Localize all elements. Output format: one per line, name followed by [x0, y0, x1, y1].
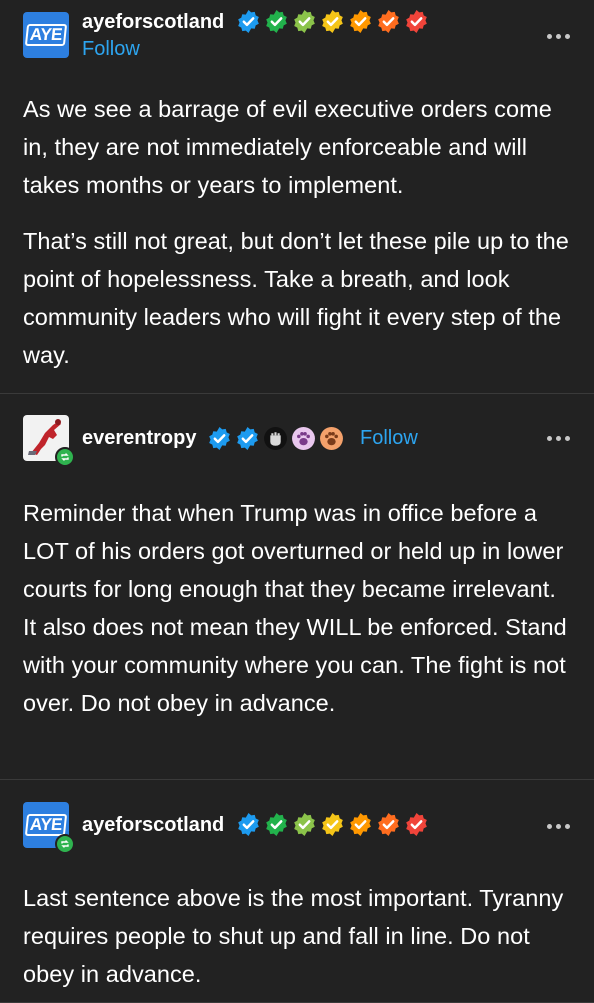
yellow-check-badge-icon: [322, 10, 343, 33]
post-paragraph: Last sentence above is the most importan…: [23, 885, 564, 987]
paw-badge-icon: [292, 427, 315, 450]
post-3: AYE ayeforscotland Last sentence above i…: [0, 780, 594, 1003]
post-body: Reminder that when Trump was in office b…: [0, 454, 594, 722]
verified-blue-badge-icon: [238, 10, 259, 33]
badge-row: [207, 426, 344, 451]
paw-orange-badge-icon: [320, 427, 343, 450]
username[interactable]: ayeforscotland: [82, 11, 224, 34]
post-paragraph: Reminder that when Trump was in office b…: [23, 500, 567, 716]
post-header: AYE ayeforscotland: [0, 780, 594, 854]
deep-orange-check-badge-icon: [378, 813, 399, 836]
verified-blue-badge-icon: [209, 427, 230, 450]
verified-blue-badge-icon: [237, 427, 258, 450]
green-check-badge-icon: [266, 813, 287, 836]
reblog-icon: [55, 834, 75, 854]
more-options-icon[interactable]: [544, 428, 572, 448]
red-check-badge-icon: [406, 813, 427, 836]
more-options-icon[interactable]: [544, 816, 572, 836]
avatar-logo-text: AYE: [24, 814, 68, 836]
verified-blue-badge-icon: [238, 813, 259, 836]
username[interactable]: ayeforscotland: [82, 814, 224, 837]
lime-check-badge-icon: [294, 813, 315, 836]
avatar-logo-text: AYE: [24, 24, 68, 46]
username[interactable]: everentropy: [82, 427, 197, 450]
post-body: As we see a barrage of evil executive or…: [0, 60, 594, 374]
fist-badge-icon: [264, 427, 287, 450]
more-options-icon[interactable]: [544, 26, 572, 46]
yellow-check-badge-icon: [322, 813, 343, 836]
reblog-icon: [55, 447, 75, 467]
post-header: AYE ayeforscotland Follow: [0, 0, 594, 60]
orange-check-badge-icon: [350, 813, 371, 836]
deep-orange-check-badge-icon: [378, 10, 399, 33]
follow-button[interactable]: Follow: [82, 38, 140, 61]
post-1: AYE ayeforscotland Follow As we see a ba…: [0, 0, 594, 394]
post-header: everentropy Follow: [0, 394, 594, 467]
avatar[interactable]: AYE: [23, 802, 75, 854]
avatar[interactable]: AYE: [23, 12, 69, 58]
red-check-badge-icon: [406, 10, 427, 33]
green-check-badge-icon: [266, 10, 287, 33]
post-body: Last sentence above is the most importan…: [0, 840, 594, 993]
orange-check-badge-icon: [350, 10, 371, 33]
post-paragraph: That’s still not great, but don’t let th…: [23, 228, 569, 368]
badge-row: [236, 812, 429, 837]
avatar[interactable]: [23, 415, 75, 467]
post-2: everentropy Follow Reminder that when Tr…: [0, 394, 594, 780]
badge-row: [236, 9, 429, 34]
post-paragraph: As we see a barrage of evil executive or…: [23, 96, 552, 198]
follow-button[interactable]: Follow: [360, 427, 418, 450]
lime-check-badge-icon: [294, 10, 315, 33]
